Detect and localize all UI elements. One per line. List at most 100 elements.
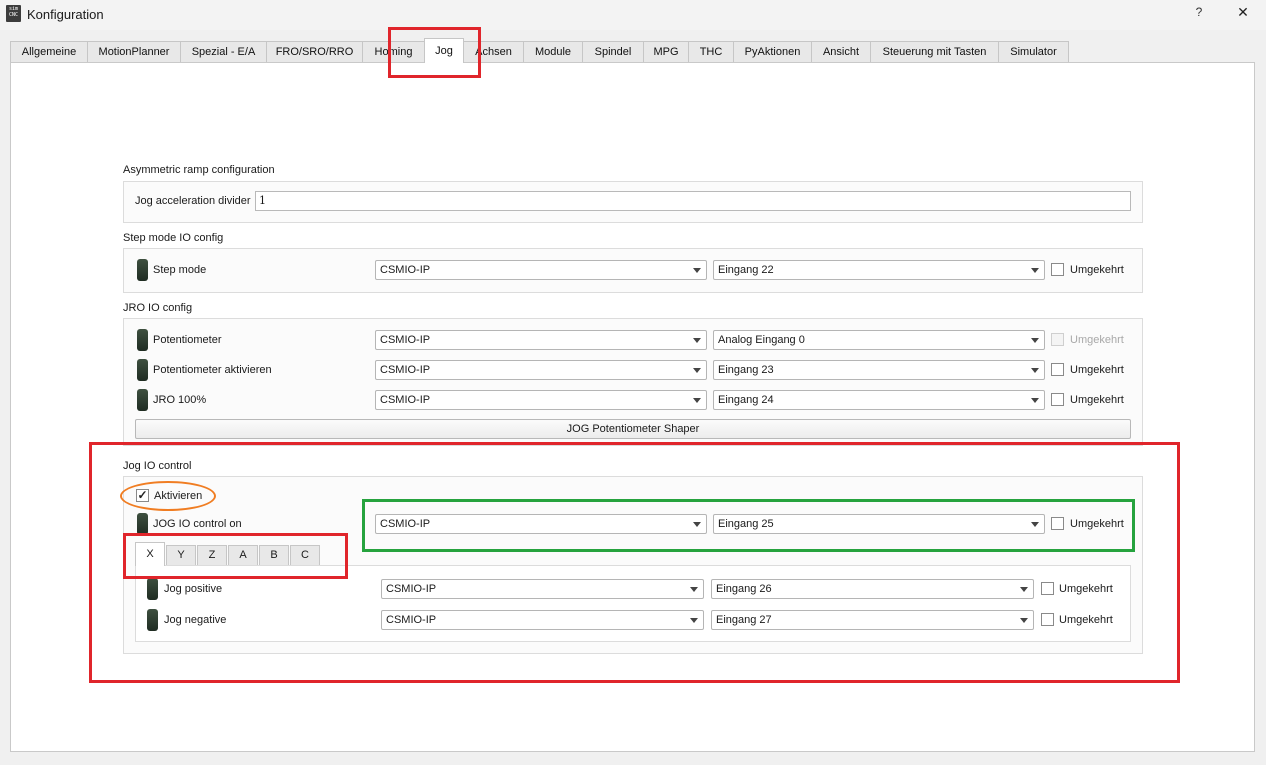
app-logo-text-bottom: CNC: [8, 12, 19, 18]
tab-mpg[interactable]: MPG: [643, 41, 689, 62]
axis-tab-a[interactable]: A: [228, 545, 258, 565]
jro-100-inverted-label: Umgekehrt: [1070, 394, 1124, 406]
potentiometer-enable-input-select[interactable]: Eingang 23: [713, 360, 1045, 380]
tab-motionplanner[interactable]: MotionPlanner: [87, 41, 181, 62]
axis-tab-x[interactable]: X: [135, 542, 165, 566]
jog-io-control-on-device-select[interactable]: CSMIO-IP: [375, 514, 707, 534]
chevron-down-icon: [693, 522, 701, 527]
help-button[interactable]: ?: [1191, 5, 1207, 23]
jog-io-enable-checkbox[interactable]: ✓: [136, 489, 149, 502]
axis-tab-b[interactable]: B: [259, 545, 289, 565]
potentiometer-input-select[interactable]: Analog Eingang 0: [713, 330, 1045, 350]
jog-positive-label: Jog positive: [164, 583, 223, 595]
step-mode-inverted-checkbox[interactable]: [1051, 263, 1064, 276]
chevron-down-icon: [1031, 268, 1039, 273]
chevron-down-icon: [1020, 618, 1028, 623]
potentiometer-device-value: CSMIO-IP: [380, 334, 431, 346]
jog-io-title: Jog IO control: [123, 460, 192, 472]
step-mode-device-value: CSMIO-IP: [380, 264, 431, 276]
chevron-down-icon: [693, 398, 701, 403]
chevron-down-icon: [1031, 522, 1039, 527]
chevron-down-icon: [693, 338, 701, 343]
title-bar: sim CNC Konfiguration ? ✕: [0, 0, 1266, 30]
tab-achsen[interactable]: Achsen: [463, 41, 524, 62]
jog-io-control-on-inverted-label: Umgekehrt: [1070, 518, 1124, 530]
potentiometer-indicator-icon: [137, 329, 148, 351]
jro-100-device-value: CSMIO-IP: [380, 394, 431, 406]
tab-simulator[interactable]: Simulator: [998, 41, 1069, 62]
chevron-down-icon: [690, 618, 698, 623]
tab-spindel[interactable]: Spindel: [582, 41, 644, 62]
jog-io-enable-label: Aktivieren: [154, 490, 203, 502]
potentiometer-input-value: Analog Eingang 0: [718, 334, 805, 346]
axis-tab-c[interactable]: C: [290, 545, 320, 565]
step-mode-input-select[interactable]: Eingang 22: [713, 260, 1045, 280]
jog-io-control-on-indicator-icon: [137, 513, 148, 535]
chevron-down-icon: [1020, 587, 1028, 592]
potentiometer-enable-device-value: CSMIO-IP: [380, 364, 431, 376]
jog-io-control-on-input-select[interactable]: Eingang 25: [713, 514, 1045, 534]
jog-negative-inverted-label: Umgekehrt: [1059, 614, 1113, 626]
tab-module[interactable]: Module: [523, 41, 583, 62]
axis-tab-y[interactable]: Y: [166, 545, 196, 565]
jog-potentiometer-shaper-button[interactable]: JOG Potentiometer Shaper: [135, 419, 1131, 439]
potentiometer-label: Potentiometer: [153, 334, 222, 346]
tab-pyaktionen[interactable]: PyAktionen: [733, 41, 812, 62]
jog-positive-device-select[interactable]: CSMIO-IP: [381, 579, 704, 599]
jro-100-label: JRO 100%: [153, 394, 207, 406]
potentiometer-inverted-checkbox: [1051, 333, 1064, 346]
tab-thc[interactable]: THC: [688, 41, 734, 62]
jog-io-control-on-label: JOG IO control on: [153, 518, 242, 530]
asymmetric-ramp-title: Asymmetric ramp configuration: [123, 164, 275, 176]
potentiometer-enable-device-select[interactable]: CSMIO-IP: [375, 360, 707, 380]
chevron-down-icon: [1031, 368, 1039, 373]
potentiometer-device-select[interactable]: CSMIO-IP: [375, 330, 707, 350]
jog-negative-input-select[interactable]: Eingang 27: [711, 610, 1034, 630]
tab-ansicht[interactable]: Ansicht: [811, 41, 871, 62]
tab-spezial-ea[interactable]: Spezial - E/A: [180, 41, 267, 62]
potentiometer-enable-inverted-checkbox[interactable]: [1051, 363, 1064, 376]
jog-positive-input-value: Eingang 26: [716, 583, 772, 595]
jog-io-control-on-inverted-checkbox[interactable]: [1051, 517, 1064, 530]
app-logo-icon: sim CNC: [6, 5, 21, 22]
jog-negative-device-select[interactable]: CSMIO-IP: [381, 610, 704, 630]
jog-acceleration-divider-label: Jog acceleration divider: [135, 195, 251, 207]
chevron-down-icon: [1031, 398, 1039, 403]
potentiometer-enable-label: Potentiometer aktivieren: [153, 364, 272, 376]
close-button[interactable]: ✕: [1234, 4, 1252, 24]
jog-positive-input-select[interactable]: Eingang 26: [711, 579, 1034, 599]
jog-negative-device-value: CSMIO-IP: [386, 614, 437, 626]
tab-allgemeine[interactable]: Allgemeine: [10, 41, 88, 62]
jro-100-indicator-icon: [137, 389, 148, 411]
tab-fro-sro-rro[interactable]: FRO/SRO/RRO: [266, 41, 363, 62]
jog-positive-indicator-icon: [147, 578, 158, 600]
step-mode-input-value: Eingang 22: [718, 264, 774, 276]
jro-title: JRO IO config: [123, 302, 193, 314]
axis-tab-panel: [135, 565, 1131, 642]
jog-io-control-on-device-value: CSMIO-IP: [380, 518, 431, 530]
jro-100-input-select[interactable]: Eingang 24: [713, 390, 1045, 410]
potentiometer-enable-inverted-label: Umgekehrt: [1070, 364, 1124, 376]
jog-acceleration-divider-input[interactable]: 1: [255, 191, 1131, 211]
step-mode-title: Step mode IO config: [123, 232, 224, 244]
potentiometer-inverted-label: Umgekehrt: [1070, 334, 1124, 346]
step-mode-device-select[interactable]: CSMIO-IP: [375, 260, 707, 280]
tab-steuerung-mit-tasten[interactable]: Steuerung mit Tasten: [870, 41, 999, 62]
tab-jog[interactable]: Jog: [424, 38, 464, 63]
potentiometer-enable-indicator-icon: [137, 359, 148, 381]
chevron-down-icon: [1031, 338, 1039, 343]
window-title: Konfiguration: [27, 7, 104, 22]
chevron-down-icon: [690, 587, 698, 592]
jog-positive-device-value: CSMIO-IP: [386, 583, 437, 595]
step-mode-indicator-icon: [137, 259, 148, 281]
potentiometer-enable-input-value: Eingang 23: [718, 364, 774, 376]
jog-negative-inverted-checkbox[interactable]: [1041, 613, 1054, 626]
jro-100-inverted-checkbox[interactable]: [1051, 393, 1064, 406]
jro-100-device-select[interactable]: CSMIO-IP: [375, 390, 707, 410]
axis-tab-z[interactable]: Z: [197, 545, 227, 565]
chevron-down-icon: [693, 268, 701, 273]
jog-positive-inverted-checkbox[interactable]: [1041, 582, 1054, 595]
jog-negative-indicator-icon: [147, 609, 158, 631]
tab-homing[interactable]: Homing: [362, 41, 425, 62]
jog-positive-inverted-label: Umgekehrt: [1059, 583, 1113, 595]
